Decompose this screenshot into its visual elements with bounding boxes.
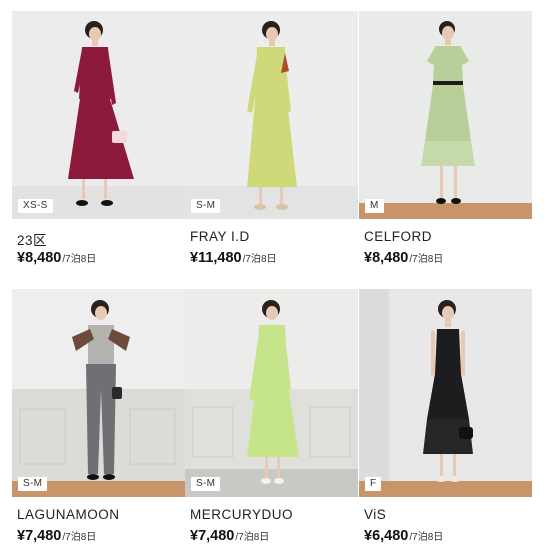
product-photo[interactable]: XS-S: [12, 11, 185, 219]
product-card[interactable]: S-M FRAY I.D ¥11,480/7泊8日: [185, 11, 358, 266]
brand-name: FRAY I.D: [190, 229, 250, 244]
rental-period: /7泊8日: [409, 254, 444, 265]
tiered-dress-icon: [359, 289, 532, 497]
price-row: ¥8,480/7泊8日: [364, 249, 443, 267]
price-row: ¥6,480/7泊8日: [364, 527, 443, 545]
rental-period: /7泊8日: [62, 254, 97, 265]
rental-price: ¥8,480: [17, 250, 62, 266]
rental-price: ¥11,480: [190, 250, 242, 266]
size-badge: S-M: [191, 199, 221, 213]
product-card[interactable]: S-M LAGUNAMOON ¥7,480/7泊8日: [12, 289, 185, 544]
brand-name: CELFORD: [364, 229, 433, 244]
price-row: ¥7,480/7泊8日: [17, 527, 96, 545]
product-photo[interactable]: S-M: [12, 289, 185, 497]
rental-price: ¥7,480: [17, 528, 62, 544]
size-badge: F: [365, 477, 382, 491]
rental-period: /7泊8日: [235, 532, 270, 543]
product-card[interactable]: S-M MERCURYDUO ¥7,480/7泊8日: [185, 289, 358, 544]
size-badge: S-M: [191, 477, 221, 491]
pantsuit-icon: [12, 289, 185, 497]
brand-name: ViS: [364, 507, 387, 522]
size-badge: S-M: [18, 477, 48, 491]
price-row: ¥7,480/7泊8日: [190, 527, 269, 545]
brand-name: 23区: [17, 233, 48, 248]
tiered-dress-icon: [359, 11, 532, 219]
rental-price: ¥8,480: [364, 250, 409, 266]
product-card[interactable]: M CELFORD ¥8,480/7泊8日: [359, 11, 532, 266]
brand-name: LAGUNAMOON: [17, 507, 120, 522]
rental-period: /7泊8日: [242, 254, 277, 265]
brand-name: MERCURYDUO: [190, 507, 294, 522]
product-photo[interactable]: M: [359, 11, 532, 219]
price-row: ¥11,480/7泊8日: [190, 249, 277, 267]
lace-dress-icon: [185, 289, 358, 497]
product-card[interactable]: F ViS ¥6,480/7泊8日: [359, 289, 532, 544]
price-row: ¥8,480/7泊8日: [17, 249, 96, 267]
rental-period: /7泊8日: [62, 532, 97, 543]
product-card[interactable]: XS-S 23区 ¥8,480/7泊8日: [12, 11, 185, 266]
size-badge: M: [365, 199, 384, 213]
lace-dress-icon: [185, 11, 358, 219]
size-badge: XS-S: [18, 199, 53, 213]
product-photo[interactable]: F: [359, 289, 532, 497]
lace-dress-icon: [12, 11, 185, 219]
rental-period: /7泊8日: [409, 532, 444, 543]
rental-price: ¥6,480: [364, 528, 409, 544]
rental-price: ¥7,480: [190, 528, 235, 544]
product-photo[interactable]: S-M: [185, 11, 358, 219]
product-photo[interactable]: S-M: [185, 289, 358, 497]
